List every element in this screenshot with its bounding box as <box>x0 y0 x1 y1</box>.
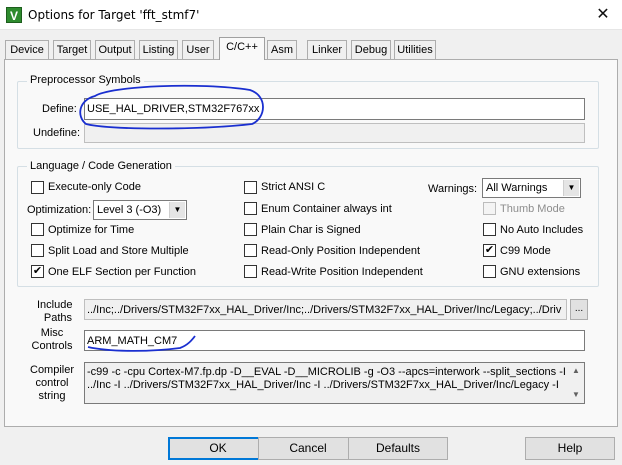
tab-c-cpp[interactable]: C/C++ <box>219 37 265 60</box>
help-button[interactable]: Help <box>525 437 615 460</box>
ok-button[interactable]: OK <box>168 437 268 460</box>
annotation-ellipse <box>79 84 264 130</box>
defaults-button[interactable]: Defaults <box>348 437 448 460</box>
cancel-button[interactable]: Cancel <box>258 437 358 460</box>
annotation-underline <box>87 335 196 352</box>
annotation-overlay <box>79 84 264 352</box>
